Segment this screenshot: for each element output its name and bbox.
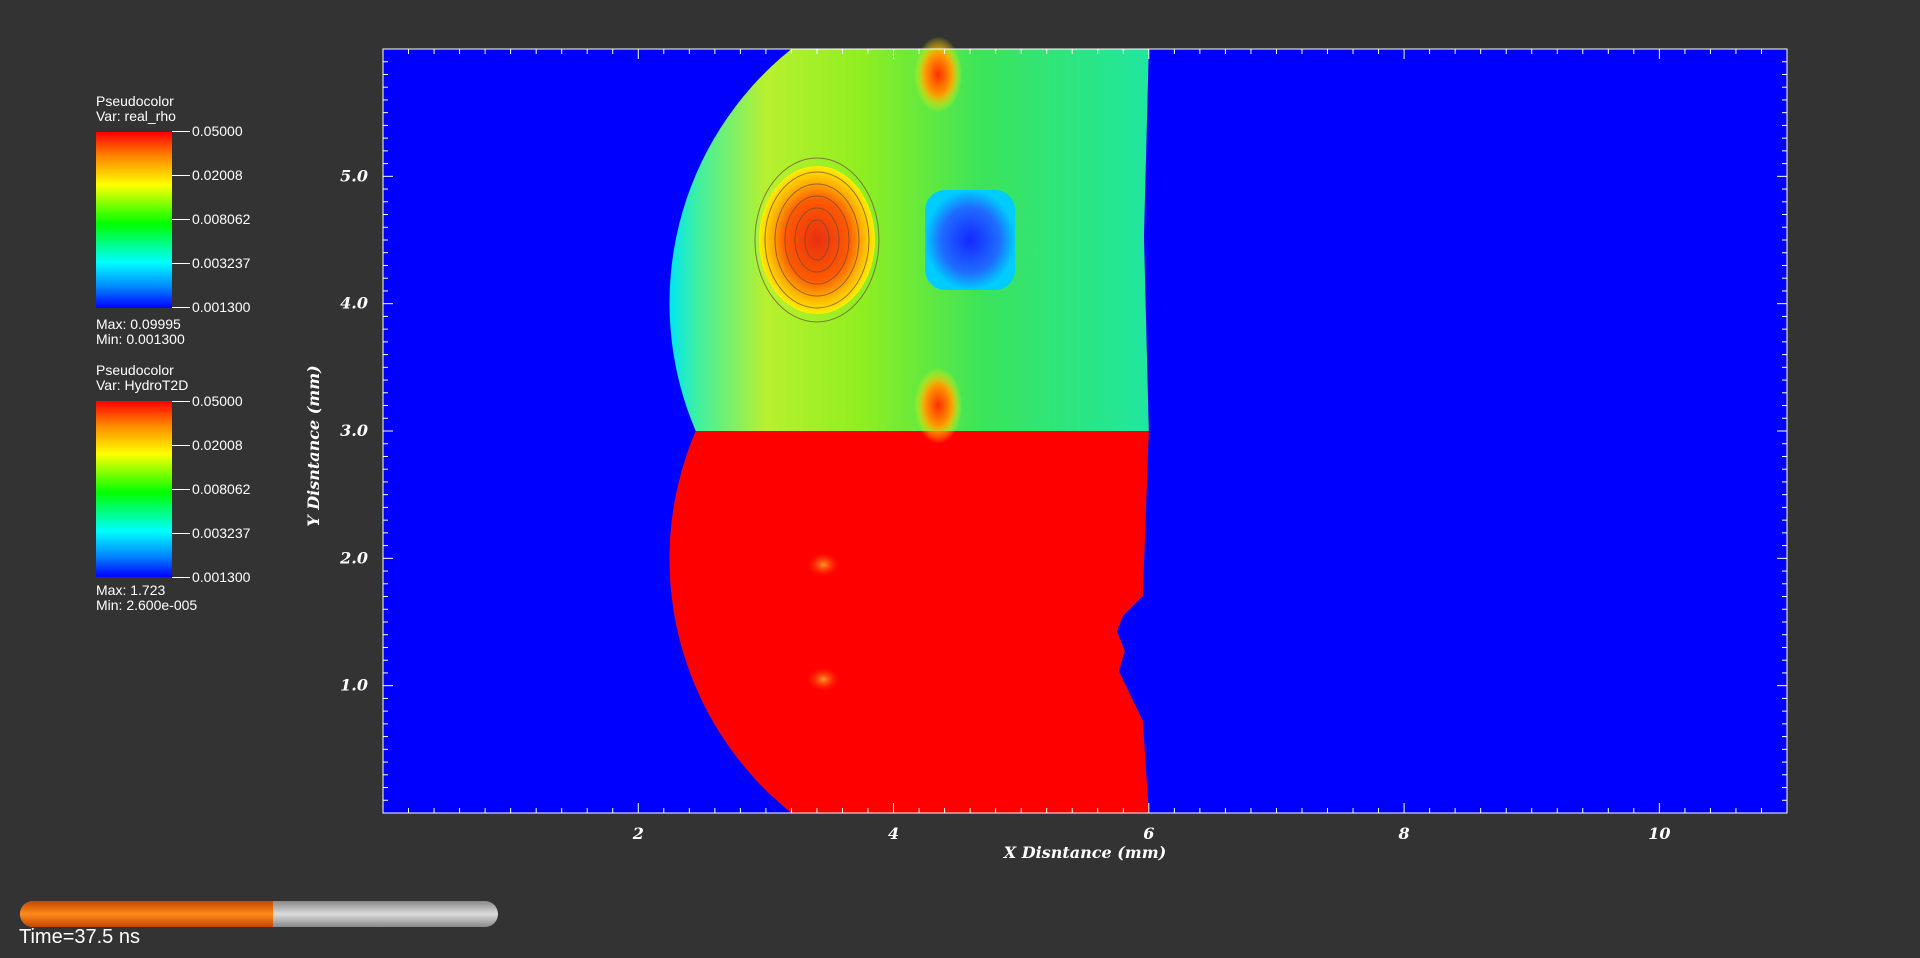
hydrot2d-region bbox=[669, 431, 1149, 813]
hot-spot bbox=[807, 667, 840, 692]
time-progress-bar bbox=[20, 901, 498, 927]
y-tick-label: 1.0 bbox=[340, 676, 368, 695]
legend-tick: 0.05000 bbox=[172, 394, 316, 410]
legend-tick: 0.05000 bbox=[172, 124, 316, 140]
legend-tick: 0.001300 bbox=[172, 570, 316, 586]
legend-tick: 0.008062 bbox=[172, 482, 316, 498]
legend-max: Max: 1.723 bbox=[96, 582, 166, 598]
legend-min: Min: 0.001300 bbox=[96, 331, 185, 347]
plot-area: 2 4 6 8 101.02.03.04.05.0X Disntance (mm)Y D… bbox=[304, 36, 1788, 862]
x-tick-label: 10 bbox=[1648, 824, 1670, 843]
legend-tick: 0.02008 bbox=[172, 438, 316, 454]
legend-title: Pseudocolor bbox=[96, 93, 174, 109]
time-progress-fill bbox=[20, 901, 274, 927]
x-tick-label: 8 bbox=[1398, 824, 1410, 843]
legend-colorbar bbox=[96, 132, 172, 308]
legend-title: Pseudocolor bbox=[96, 362, 174, 378]
time-label: Time=37.5 ns bbox=[19, 926, 140, 948]
legend-var: Var: real_rho bbox=[96, 108, 176, 124]
y-tick-label: 4.0 bbox=[340, 294, 368, 313]
legend-tick: 0.003237 bbox=[172, 256, 316, 272]
real-rho-shell bbox=[669, 49, 1149, 431]
low-density-cavity bbox=[925, 190, 1016, 290]
legend-max: Max: 0.09995 bbox=[96, 316, 181, 332]
y-tick-label: 5.0 bbox=[340, 166, 368, 185]
y-tick-label: 2.0 bbox=[339, 548, 368, 567]
legend-tick: 0.02008 bbox=[172, 168, 316, 184]
y-tick-label: 3.0 bbox=[340, 421, 368, 440]
legend-tick: 0.008062 bbox=[172, 212, 316, 228]
legend-hydrot2d: Pseudocolor Var: HydroT2D 0.05000 0.0200… bbox=[96, 362, 250, 613]
legend-min: Min: 2.600e-005 bbox=[96, 597, 198, 613]
hot-spot bbox=[807, 552, 840, 577]
legend-real-rho: Pseudocolor Var: real_rho 0.05000 0.0200… bbox=[96, 93, 250, 347]
legend-tick: 0.003237 bbox=[172, 526, 316, 542]
pseudocolor-field bbox=[383, 36, 1787, 813]
dense-blob bbox=[758, 166, 875, 314]
x-tick-label: 4 bbox=[888, 824, 899, 843]
x-axis-title: X Disntance (mm) bbox=[1003, 843, 1166, 862]
legend-var: Var: HydroT2D bbox=[96, 377, 189, 393]
x-tick-label: 6 bbox=[1143, 824, 1154, 843]
legend-colorbar bbox=[96, 401, 172, 577]
legend-tick: 0.001300 bbox=[172, 300, 316, 316]
x-tick-label: 2 bbox=[632, 824, 644, 843]
hot-spot bbox=[914, 367, 963, 444]
hot-spot bbox=[914, 36, 963, 113]
